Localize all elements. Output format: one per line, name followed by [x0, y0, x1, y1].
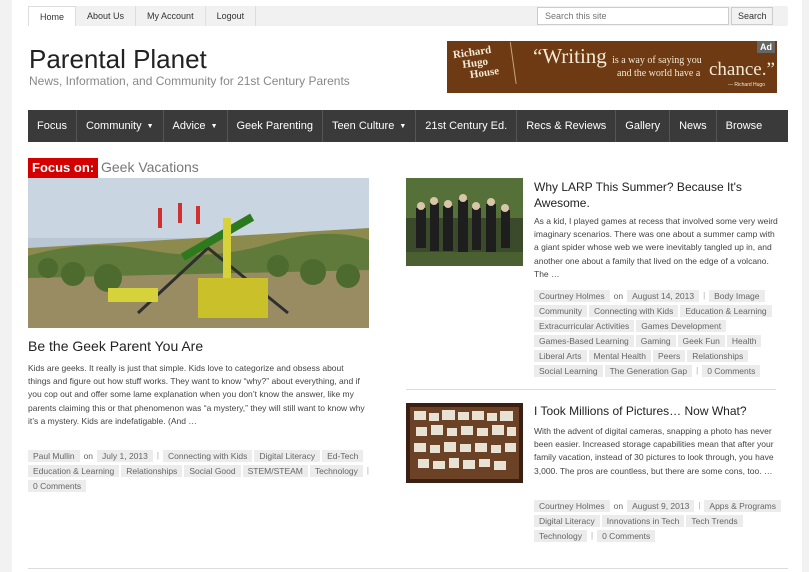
tag-link[interactable]: Education & Learning	[28, 465, 120, 477]
tag-link[interactable]: Extracurricular Activities	[534, 320, 635, 332]
nav-advice[interactable]: Advice ▼	[164, 110, 228, 142]
tag-link[interactable]: Mental Health	[588, 350, 651, 362]
nav-news[interactable]: News	[670, 110, 717, 142]
bottom-divider	[28, 568, 788, 569]
focus-topic[interactable]: Geek Vacations	[101, 159, 199, 175]
tag-link[interactable]: Body Image	[709, 290, 765, 302]
tag-link[interactable]: The Generation Gap	[604, 365, 693, 377]
post-meta: Courtney Holmes on August 9, 2013 | Apps…	[534, 500, 782, 542]
post-date[interactable]: August 14, 2013	[627, 290, 700, 302]
comments-link[interactable]: 0 Comments	[597, 530, 656, 542]
tag-link[interactable]: Relationships	[121, 465, 183, 477]
search-button[interactable]: Search	[731, 7, 773, 25]
featured-excerpt: Kids are geeks. It really is just that s…	[28, 363, 365, 426]
featured-meta: Paul Mullin on July 1, 2013 | Connecting…	[28, 450, 373, 492]
nav-geek-parenting[interactable]: Geek Parenting	[228, 110, 323, 142]
ad-badge: Ad	[757, 41, 775, 53]
tag-link[interactable]: Ed-Tech	[322, 450, 364, 462]
ad-banner[interactable]: Richard Hugo House “Writing is a way of …	[447, 41, 777, 93]
ad-brand-logo: Richard Hugo House	[452, 42, 517, 92]
nav-teen-culture[interactable]: Teen Culture ▼	[323, 110, 417, 142]
tag-link[interactable]: Liberal Arts	[534, 350, 587, 362]
post-date[interactable]: August 9, 2013	[627, 500, 695, 512]
post-title[interactable]: I Took Millions of Pictures… Now What?	[534, 404, 774, 418]
tag-link[interactable]: Connecting with Kids	[162, 450, 253, 462]
tag-link[interactable]: Education & Learning	[680, 305, 772, 317]
tag-link[interactable]: Apps & Programs	[704, 500, 782, 512]
top-nav-logout[interactable]: Logout	[206, 6, 257, 26]
tag-link[interactable]: Games Development	[636, 320, 727, 332]
main-nav: Focus Community ▼ Advice ▼ Geek Parenting …	[28, 110, 788, 142]
tag-link[interactable]: Health	[726, 335, 762, 347]
tag-link[interactable]: Innovations in Tech	[601, 515, 685, 527]
tag-link[interactable]: Social Learning	[534, 365, 603, 377]
post-title[interactable]: Why LARP This Summer? Because It's Aweso…	[534, 179, 774, 211]
tag-link[interactable]: Technology	[309, 465, 363, 477]
tag-link[interactable]: Relationships	[687, 350, 749, 362]
author-link[interactable]: Paul Mullin	[28, 450, 80, 462]
site-title[interactable]: Parental Planet	[29, 44, 207, 75]
comments-link[interactable]: 0 Comments	[702, 365, 761, 377]
tag-link[interactable]: Gaming	[635, 335, 676, 347]
author-link[interactable]: Courtney Holmes	[534, 500, 610, 512]
tag-link[interactable]: Games-Based Learning	[534, 335, 634, 347]
nav-focus[interactable]: Focus	[28, 110, 77, 142]
tag-link[interactable]: Peers	[652, 350, 686, 362]
tag-link[interactable]: Digital Literacy	[254, 450, 321, 462]
tag-link[interactable]: STEM/STEAM	[242, 465, 308, 477]
search-input[interactable]	[537, 7, 729, 25]
post-thumbnail[interactable]	[406, 178, 523, 266]
ad-quote-line2: and the world have a	[617, 68, 701, 79]
ad-quote-end: chance.”	[709, 59, 775, 80]
featured-title[interactable]: Be the Geek Parent You Are	[28, 338, 203, 354]
top-nav-about[interactable]: About Us	[76, 6, 137, 26]
post-excerpt: As a kid, I played games at recess that …	[534, 216, 778, 279]
nav-recs-reviews[interactable]: Recs & Reviews	[517, 110, 617, 142]
nav-browse[interactable]: Browse	[717, 110, 772, 142]
focus-label: Focus on:	[28, 158, 99, 178]
post-meta: Courtney Holmes on August 14, 2013 | Bod…	[534, 290, 782, 377]
chevron-down-icon: ▼	[210, 122, 218, 130]
nav-community[interactable]: Community ▼	[77, 110, 164, 142]
author-link[interactable]: Courtney Holmes	[534, 290, 610, 302]
nav-21st-century-ed[interactable]: 21st Century Ed.	[416, 110, 518, 142]
tag-link[interactable]: Connecting with Kids	[588, 305, 679, 317]
ad-attribution: — Richard Hugo	[728, 82, 765, 88]
post-thumbnail[interactable]	[406, 403, 523, 483]
comments-link[interactable]: 0 Comments	[28, 480, 87, 492]
page: Home About Us My Account Logout Search P…	[12, 0, 802, 572]
chevron-down-icon: ▼	[146, 122, 154, 130]
post-date[interactable]: July 1, 2013	[97, 450, 153, 462]
top-nav-account[interactable]: My Account	[136, 6, 206, 26]
top-nav: Home About Us My Account Logout	[28, 6, 257, 26]
chevron-down-icon: ▼	[399, 122, 407, 130]
tag-link[interactable]: Technology	[534, 530, 588, 542]
featured-image[interactable]	[28, 178, 369, 328]
tag-link[interactable]: Digital Literacy	[534, 515, 600, 527]
site-tagline: News, Information, and Community for 21s…	[29, 74, 350, 88]
ad-quote: “Writing is a way of saying you	[533, 44, 702, 68]
tag-link[interactable]: Tech Trends	[686, 515, 743, 527]
tag-link[interactable]: Social Good	[184, 465, 241, 477]
tag-link[interactable]: Community	[534, 305, 587, 317]
nav-gallery[interactable]: Gallery	[616, 110, 671, 142]
top-nav-home[interactable]: Home	[28, 6, 77, 26]
post-excerpt: With the advent of digital cameras, snap…	[534, 426, 774, 476]
tag-link[interactable]: Geek Fun	[677, 335, 725, 347]
post-divider	[406, 389, 776, 390]
search-form: Search	[537, 7, 773, 25]
